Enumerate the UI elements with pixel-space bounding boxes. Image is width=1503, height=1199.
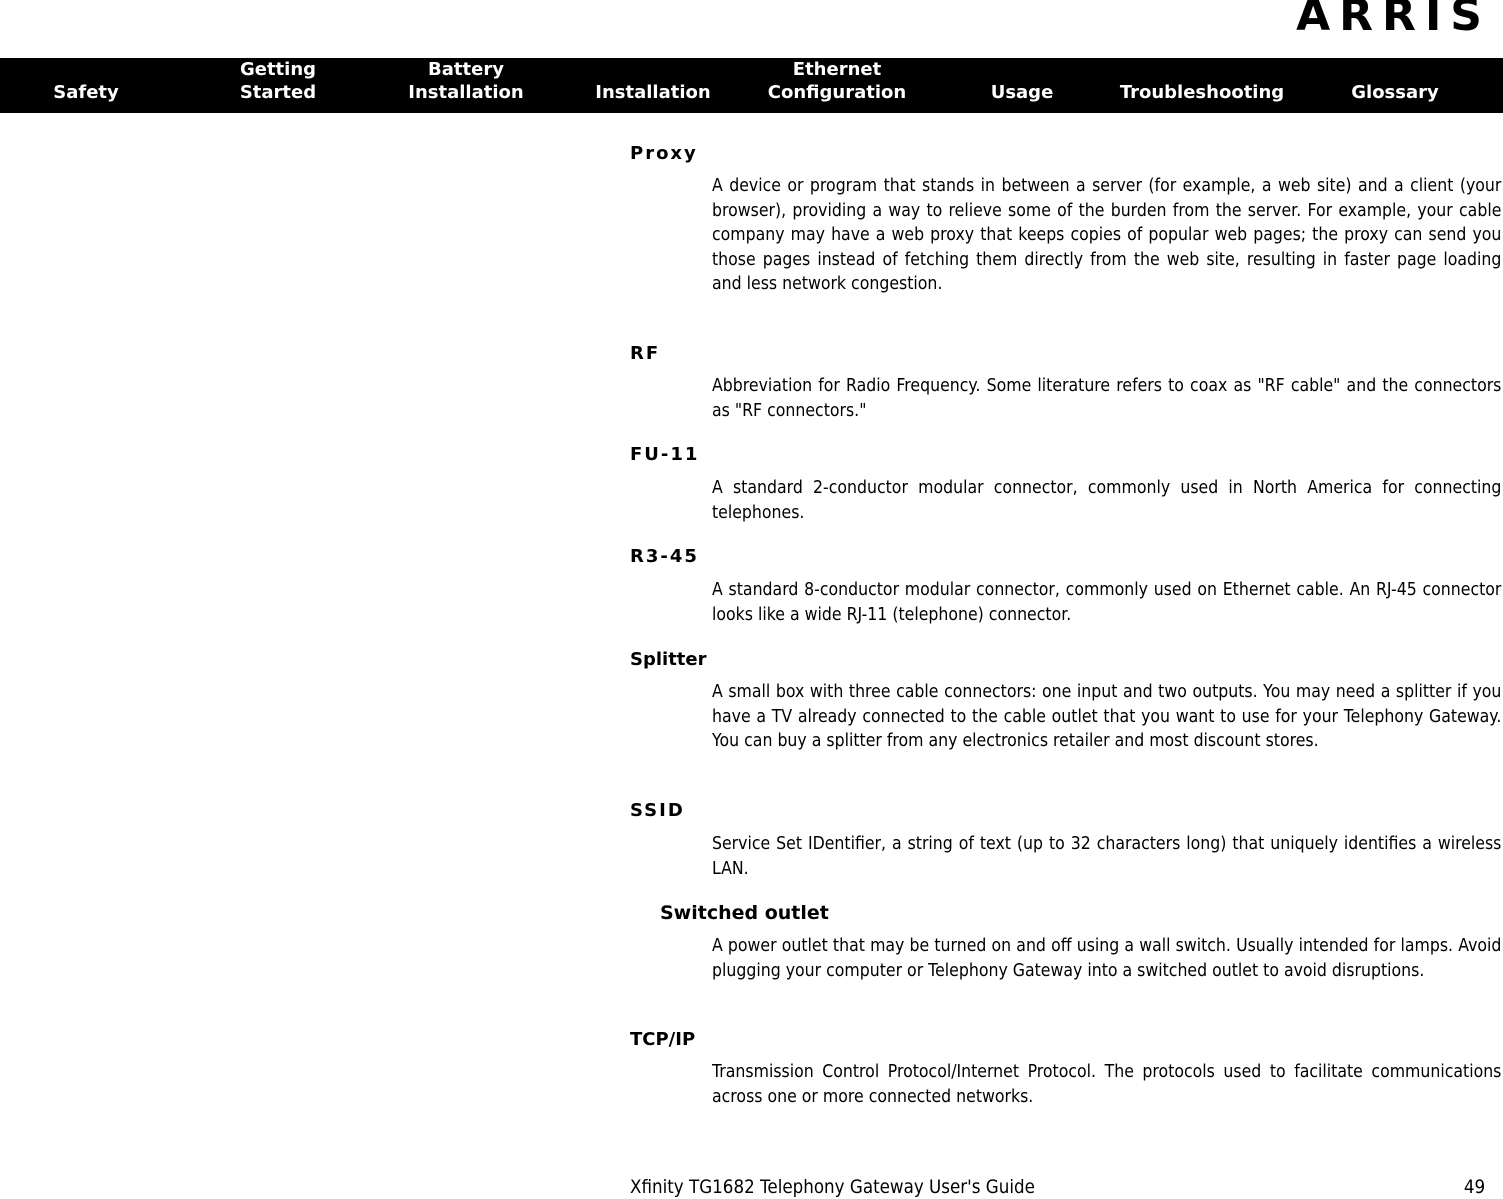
- glossary-term: R3-45: [630, 546, 699, 567]
- document-title: Xfinity TG1682 Telephony Gateway User's …: [630, 1176, 1035, 1198]
- nav-link-safety[interactable]: Safety: [50, 58, 122, 104]
- glossary-term: RF: [630, 343, 661, 364]
- arris-logo: ARRIS: [1296, 0, 1491, 41]
- glossary-definition: Service Set IDentifier, a string of text…: [712, 834, 1502, 879]
- glossary-term: SSID: [630, 800, 685, 821]
- glossary-term: FU-11: [630, 444, 700, 465]
- nav-link-usage[interactable]: Usage: [986, 58, 1058, 104]
- nav-link-installation[interactable]: Installation: [590, 58, 716, 104]
- glossary-term: Proxy: [630, 143, 698, 164]
- page-number: 49: [1463, 1176, 1485, 1198]
- nav-link-glossary[interactable]: Glossary: [1347, 58, 1443, 104]
- nav-link-getting-started[interactable]: Getting Started: [236, 58, 320, 104]
- glossary-definition: Transmission Control Protocol/Internet P…: [712, 1062, 1502, 1107]
- nav-label: Safety: [53, 82, 119, 103]
- glossary-definition: A device or program that stands in betwe…: [712, 176, 1502, 294]
- chapter-nav-bar: Safety Getting Started Battery Installat…: [0, 58, 1503, 113]
- glossary-term: Switched outlet: [660, 902, 829, 924]
- glossary-term: Splitter: [630, 649, 707, 670]
- nav-link-troubleshooting[interactable]: Troubleshooting: [1114, 58, 1290, 104]
- glossary-term: TCP/IP: [630, 1029, 696, 1050]
- glossary-definition: Abbreviation for Radio Frequency. Some l…: [712, 376, 1502, 421]
- glossary-definition: A small box with three cable connectors:…: [712, 682, 1502, 751]
- nav-link-battery-installation[interactable]: Battery Installation: [403, 58, 529, 104]
- glossary-definition: A power outlet that may be turned on and…: [712, 936, 1502, 981]
- nav-link-ethernet-configuration[interactable]: Ethernet Configuration: [762, 58, 912, 104]
- glossary-definition: A standard 8-conductor modular connector…: [712, 580, 1502, 625]
- glossary-definition: A standard 2-conductor modular connector…: [712, 478, 1502, 523]
